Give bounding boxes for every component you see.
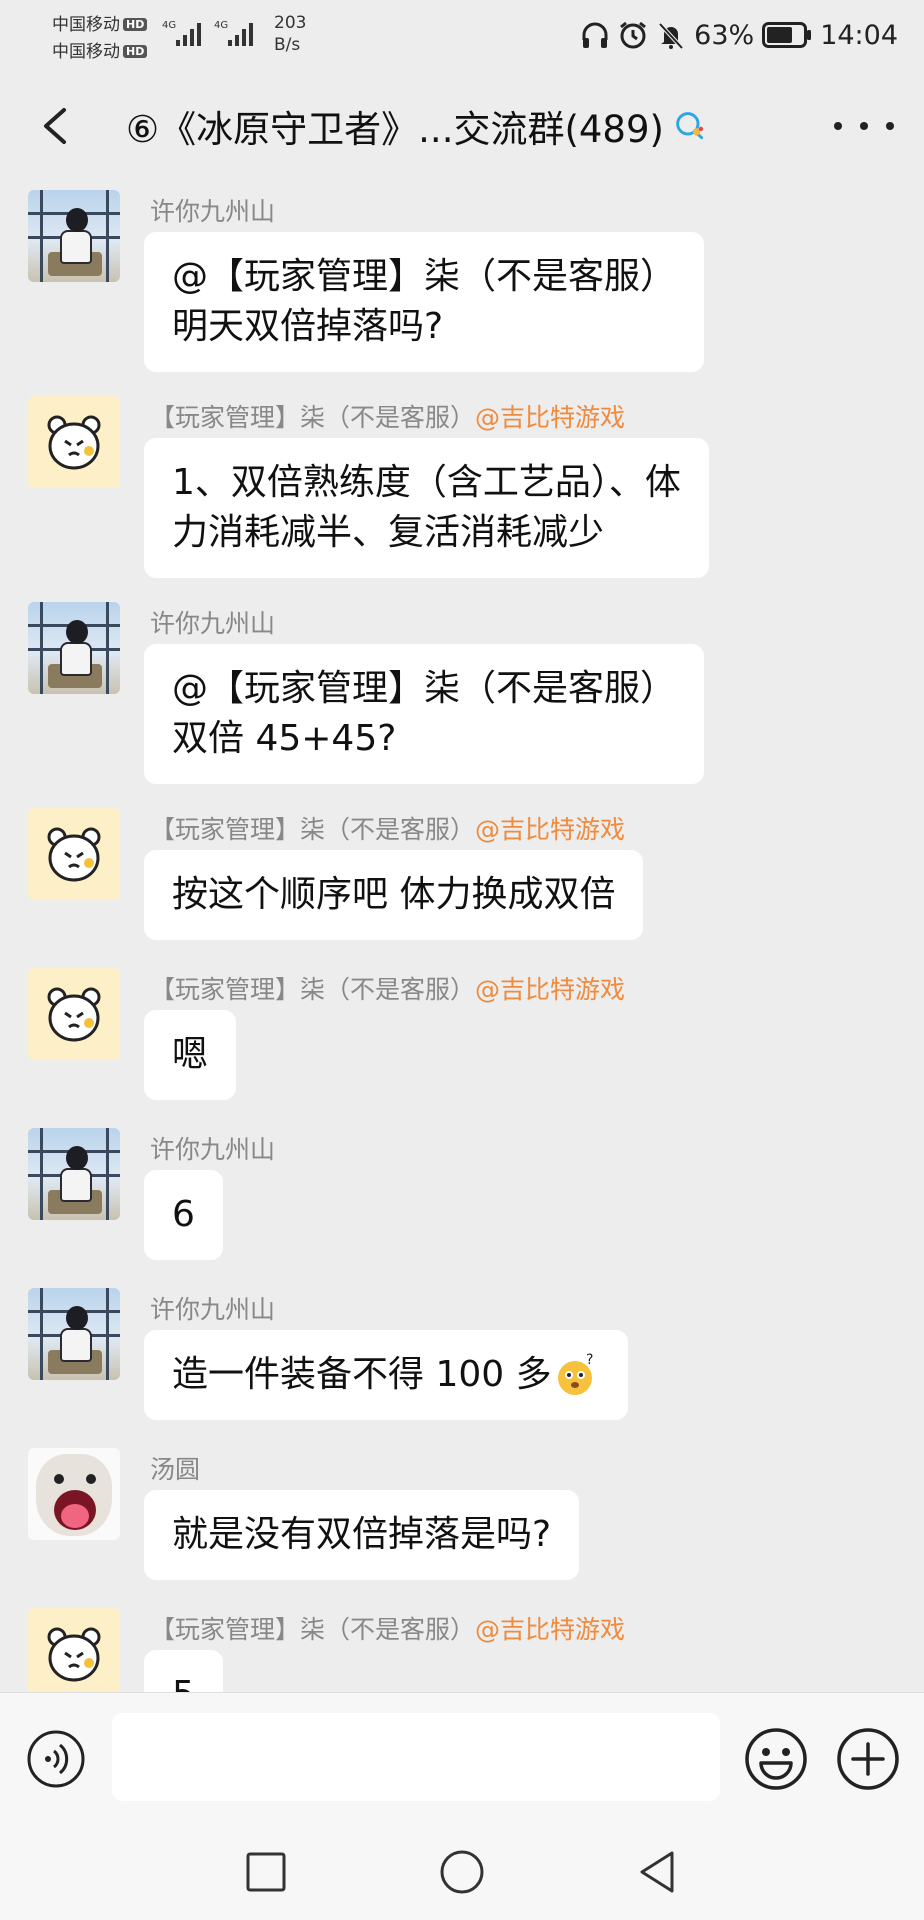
signal-icon: 4G [214,18,258,48]
plus-icon [837,1728,899,1790]
alarm-icon [620,21,647,49]
headphones-icon [582,22,608,48]
message-bubble[interactable]: 5 [144,1650,223,1692]
avatar[interactable] [28,1288,120,1380]
more-actions-button[interactable] [836,1727,900,1791]
bear-icon [47,1627,101,1682]
avatar[interactable] [28,602,120,694]
voice-button[interactable] [26,1729,86,1789]
more-button[interactable] [834,104,894,148]
message-bubble[interactable]: 造一件装备不得 100 多 ? [144,1330,628,1420]
signal-icon: 4G [162,18,206,48]
group-title-button[interactable]: ⑥《冰原守卫者》...交流群(489) [126,96,706,156]
sender-tag: @吉比特游戏 [475,403,626,432]
mute-icon [658,22,684,50]
sender-name: 【玩家管理】柒（不是客服）@吉比特游戏 [150,975,626,1004]
message-bubble[interactable]: 嗯 [144,1010,237,1100]
back-button[interactable] [30,98,86,154]
message-item: 许你九州山 造一件装备不得 100 多 ? [0,1278,924,1420]
sender-tag: @吉比特游戏 [475,1615,626,1644]
sender-name: 许你九州山 [150,197,276,226]
chat-header: ⑥《冰原守卫者》...交流群(489) [0,72,924,180]
message-bubble[interactable]: 1、双倍熟练度（含工艺品）、体 力消耗减半、复活消耗减少 [144,438,709,578]
bear-icon [47,415,101,470]
triangle-back-icon [640,1851,674,1893]
svg-text:4G: 4G [162,20,176,31]
recents-button[interactable] [242,1848,290,1896]
avatar[interactable] [28,396,120,488]
chevron-left-icon [44,108,66,144]
group-title: ⑥《冰原守卫者》...交流群(489) [126,108,664,151]
battery-percent: 63% [694,19,755,51]
carrier-2: 中国移动 HD [52,37,148,62]
system-nav-bar [0,1822,924,1920]
message-input[interactable] [112,1713,720,1801]
message-bubble[interactable]: @【玩家管理】柒（不是客服） 双倍 45+45? [144,644,705,784]
status-right: 63% 14:04 [580,18,898,52]
message-item: 许你九州山 @【玩家管理】柒（不是客服） 双倍 45+45? [0,592,924,784]
avatar[interactable] [28,190,120,282]
svg-text:4G: 4G [214,20,228,31]
square-icon [246,1852,286,1892]
nav-back-button[interactable] [634,1848,682,1896]
sender-name: 【玩家管理】柒（不是客服）@吉比特游戏 [150,815,626,844]
sender-tag: @吉比特游戏 [475,975,626,1004]
bear-icon [47,987,101,1042]
bear-icon [47,827,101,882]
message-bubble[interactable]: 就是没有双倍掉落是吗? [144,1490,580,1580]
message-list[interactable]: 许你九州山 @【玩家管理】柒（不是客服） 明天双倍掉落吗? 【玩家管理】柒（不是… [0,180,924,1692]
avatar[interactable] [28,1448,120,1540]
sender-name: 许你九州山 [150,1295,276,1324]
message-item: 许你九州山 6 [0,1118,924,1260]
sender-name: 许你九州山 [150,1135,276,1164]
avatar[interactable] [28,968,120,1060]
emoji-icon [745,1728,807,1790]
sender-tag: @吉比特游戏 [475,815,626,844]
svg-text:?: ? [586,1352,593,1368]
hd-badge: HD [123,45,148,58]
sender-name: 【玩家管理】柒（不是客服）@吉比特游戏 [150,403,626,432]
clock: 14:04 [820,19,898,51]
message-item: 汤圆 就是没有双倍掉落是吗? [0,1438,924,1580]
message-bubble[interactable]: 6 [144,1170,223,1260]
confused-face-emoji: ? [557,1352,593,1395]
home-button[interactable] [438,1848,486,1896]
avatar[interactable] [28,1608,120,1692]
group-chat-icon [676,112,704,140]
avatar[interactable] [28,1128,120,1220]
hd-badge: HD [123,18,148,31]
voice-icon [27,1730,85,1788]
circle-icon [440,1850,484,1894]
emoji-button[interactable] [744,1727,808,1791]
avatar[interactable] [28,808,120,900]
message-bubble[interactable]: 按这个顺序吧 体力换成双倍 [144,850,644,940]
message-item: 许你九州山 @【玩家管理】柒（不是客服） 明天双倍掉落吗? [0,180,924,372]
carrier-1: 中国移动 HD [52,10,148,35]
input-bar [0,1692,924,1822]
sender-name: 【玩家管理】柒（不是客服）@吉比特游戏 [150,1615,626,1644]
sender-name: 汤圆 [150,1455,201,1484]
sender-name: 许你九州山 [150,609,276,638]
battery-icon [762,22,812,48]
more-dots-icon [834,122,842,130]
net-speed: 203 B/s [274,13,307,55]
message-bubble[interactable]: @【玩家管理】柒（不是客服） 明天双倍掉落吗? [144,232,705,372]
status-bar: 中国移动 HD 中国移动 HD 4G 4G 203 B/s 63% 14:04 [0,0,924,72]
